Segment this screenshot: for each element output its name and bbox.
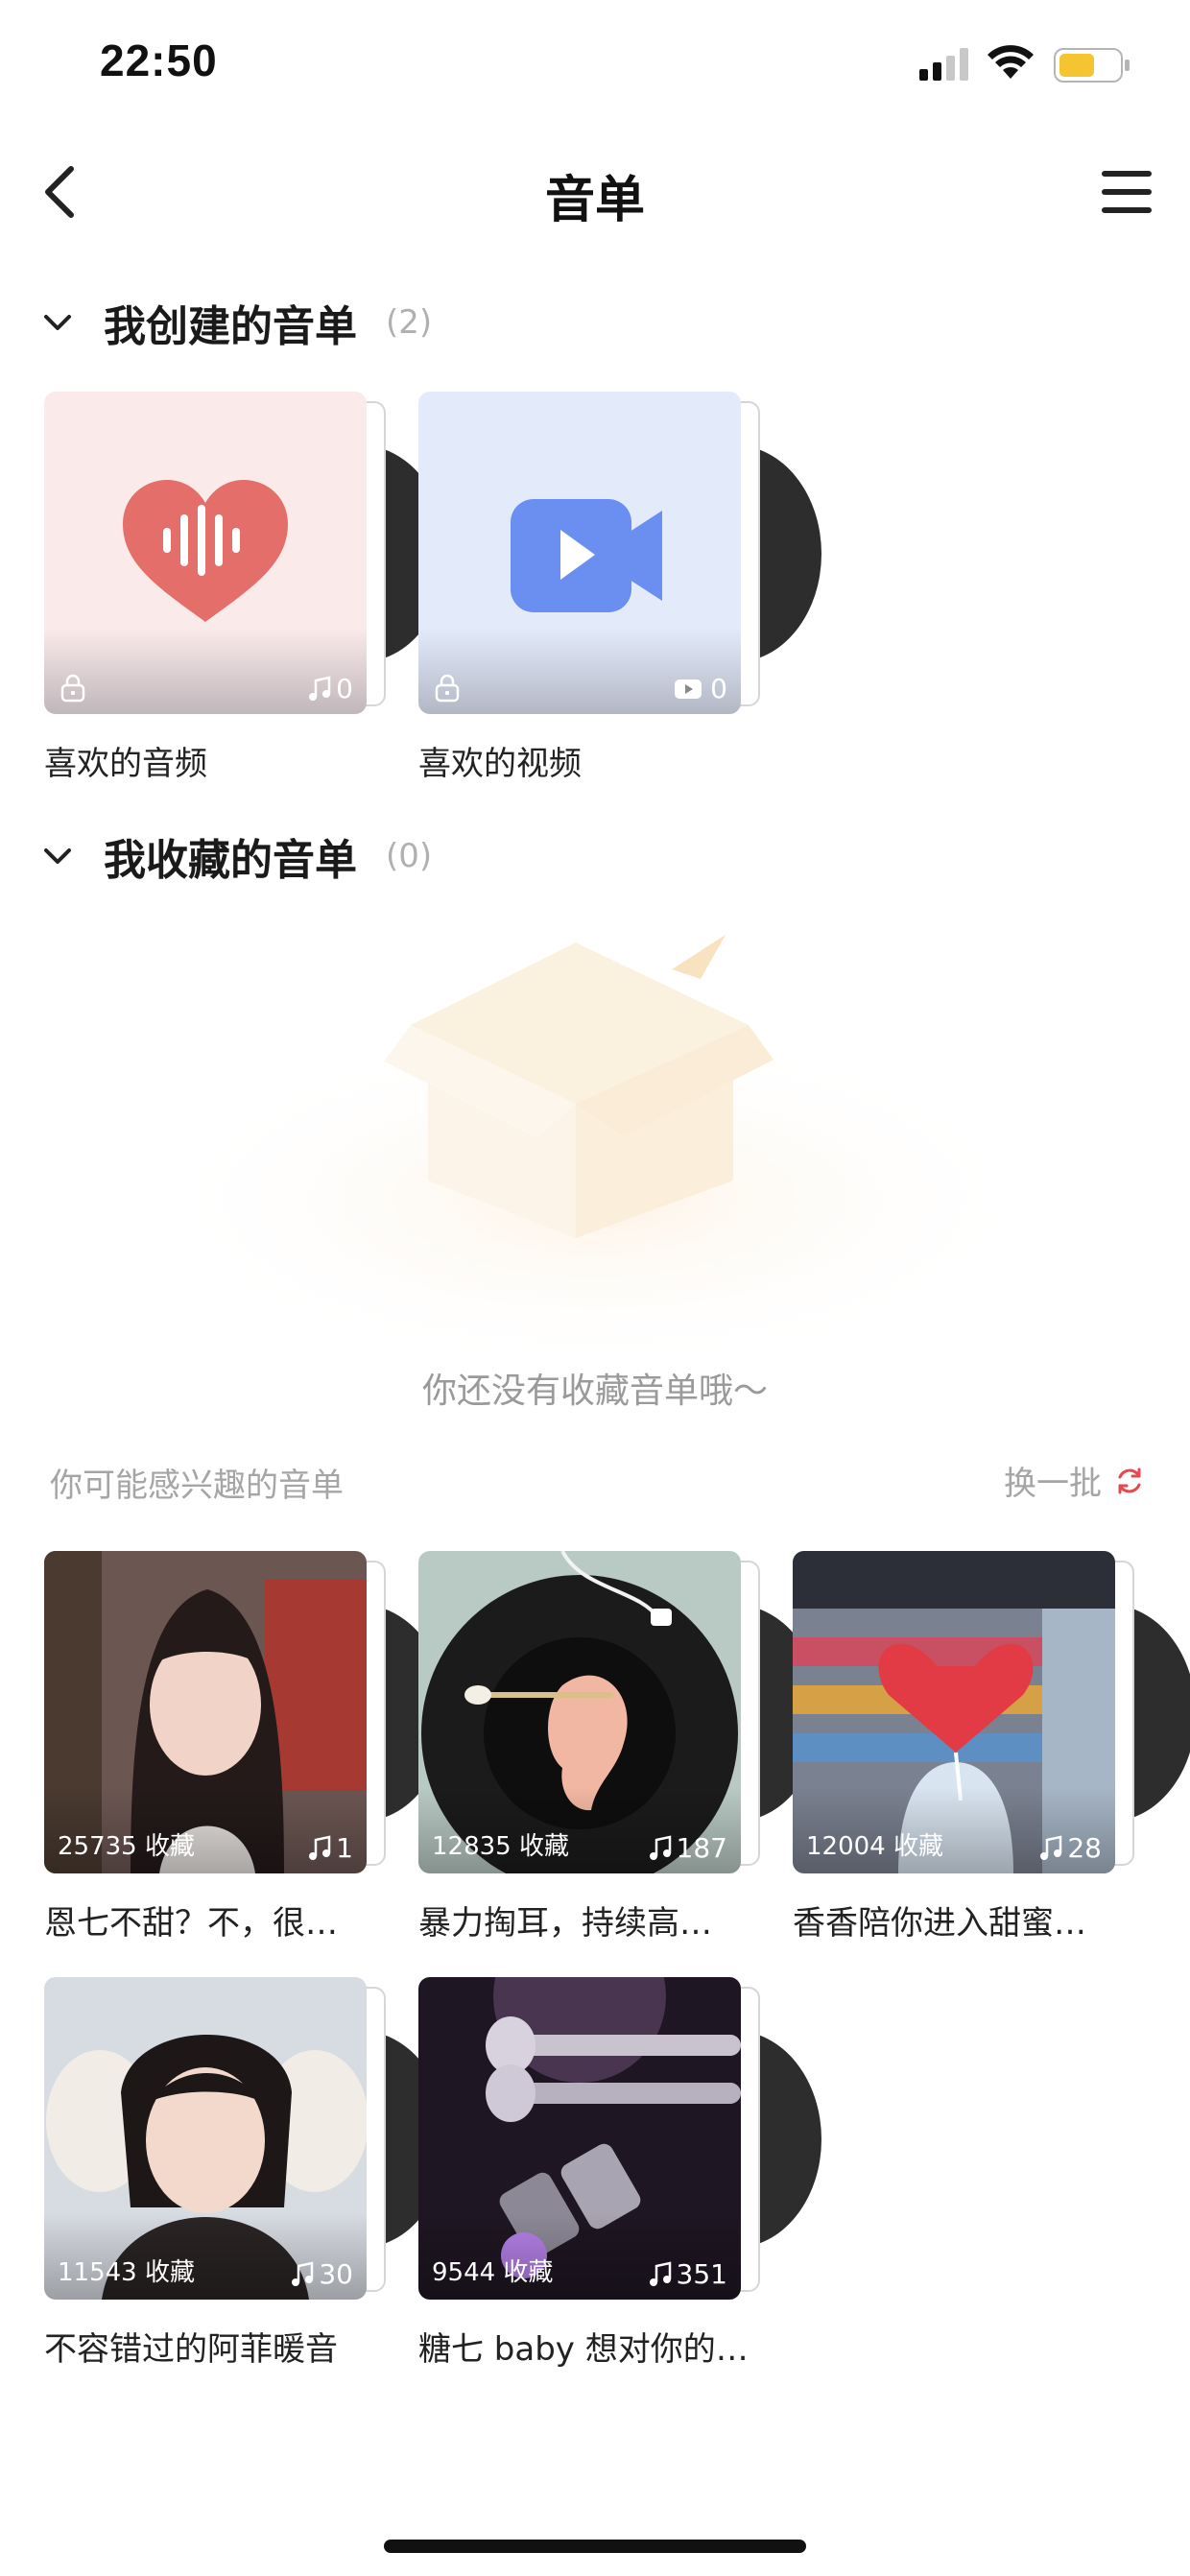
chevron-down-icon[interactable] bbox=[38, 303, 77, 342]
favorites-count: 12004 收藏 bbox=[806, 1832, 943, 1861]
section-title: 我创建的音单 bbox=[104, 302, 357, 351]
music-note-icon bbox=[649, 2260, 671, 2286]
playlist-caption: 喜欢的视频 bbox=[418, 745, 582, 783]
favorites-count: 12835 收藏 bbox=[432, 1832, 569, 1861]
video-count: 0 bbox=[674, 673, 727, 704]
playlist-cover: 0 bbox=[44, 392, 367, 714]
playlist-caption: 香香陪你进入甜蜜… bbox=[793, 1904, 1086, 1943]
wifi-icon bbox=[988, 45, 1034, 79]
song-count: 0 bbox=[307, 673, 353, 704]
suggested-playlist-card[interactable]: 12835 收藏 187 暴力掏耳，持续高… bbox=[418, 1551, 821, 1944]
song-count-value: 187 bbox=[676, 1832, 727, 1864]
song-count-value: 28 bbox=[1067, 1832, 1102, 1864]
playlist-caption: 不容错过的阿菲暖音 bbox=[44, 2330, 338, 2369]
nav-bar: 音单 bbox=[0, 144, 1190, 240]
playlist-caption: 暴力掏耳，持续高… bbox=[418, 1904, 712, 1943]
song-count-value: 30 bbox=[319, 2258, 353, 2290]
playlist-cover: 0 bbox=[418, 392, 741, 714]
suggested-playlist-card[interactable]: 9544 收藏 351 糖七 baby 想对你的… bbox=[418, 1977, 821, 2371]
section-count: (0) bbox=[386, 837, 433, 875]
music-note-icon bbox=[1040, 1834, 1062, 1860]
playlist-card-liked-audio[interactable]: 0 喜欢的音频 bbox=[44, 392, 447, 785]
section-count: (2) bbox=[386, 303, 433, 342]
song-count: 351 bbox=[648, 2258, 727, 2290]
favorites-count: 9544 收藏 bbox=[432, 2258, 554, 2287]
music-note-icon bbox=[292, 2260, 314, 2286]
empty-box-illustration bbox=[144, 935, 1046, 1372]
playlist-cover-photo: 11543 收藏 30 bbox=[44, 1977, 367, 2300]
home-indicator[interactable] bbox=[384, 2540, 806, 2553]
chevron-down-icon[interactable] bbox=[38, 837, 77, 875]
lock-icon bbox=[435, 674, 460, 703]
playlist-cover-photo: 9544 收藏 351 bbox=[418, 1977, 741, 2300]
lock-icon bbox=[60, 674, 85, 703]
playlist-cover-photo: 25735 收藏 1 bbox=[44, 1551, 367, 1873]
status-time: 22:50 bbox=[100, 36, 218, 85]
song-count: 30 bbox=[290, 2258, 353, 2290]
menu-icon[interactable] bbox=[1098, 163, 1155, 221]
empty-state-text: 你还没有收藏音单哦～ bbox=[421, 1371, 768, 1411]
song-count: 1 bbox=[307, 1832, 353, 1864]
collected-section-header[interactable]: 我收藏的音单 (0) bbox=[38, 818, 432, 894]
status-bar: 22:50 bbox=[0, 0, 1190, 125]
suggested-playlist-card[interactable]: 12004 收藏 28 香香陪你进入甜蜜… bbox=[793, 1551, 1190, 1944]
song-count-value: 0 bbox=[336, 673, 353, 704]
cellular-signal-icon bbox=[919, 48, 968, 81]
favorites-count: 25735 收藏 bbox=[58, 1832, 195, 1861]
section-title: 我收藏的音单 bbox=[104, 836, 357, 885]
song-count-value: 1 bbox=[336, 1832, 353, 1864]
song-count-value: 351 bbox=[676, 2258, 727, 2290]
playlist-cover-photo: 12835 收藏 187 bbox=[418, 1551, 741, 1873]
refresh-button[interactable]: 换一批 bbox=[1004, 1457, 1146, 1504]
video-count-value: 0 bbox=[710, 673, 727, 704]
music-note-icon bbox=[309, 1834, 331, 1860]
page-title: 音单 bbox=[544, 172, 645, 229]
battery-icon bbox=[1054, 48, 1130, 83]
suggest-title: 你可能感兴趣的音单 bbox=[50, 1467, 344, 1505]
favorites-count: 11543 收藏 bbox=[58, 2258, 195, 2287]
video-play-icon bbox=[675, 679, 702, 699]
music-note-icon bbox=[309, 675, 331, 701]
suggested-playlist-card[interactable]: 11543 收藏 30 不容错过的阿菲暖音 bbox=[44, 1977, 447, 2371]
song-count: 28 bbox=[1038, 1832, 1102, 1864]
playlist-card-liked-video[interactable]: 0 喜欢的视频 bbox=[418, 392, 821, 785]
music-note-icon bbox=[649, 1834, 671, 1860]
playlist-caption: 恩七不甜？不，很… bbox=[44, 1904, 338, 1943]
playlist-cover-photo: 12004 收藏 28 bbox=[793, 1551, 1115, 1873]
playlist-caption: 糖七 baby 想对你的… bbox=[418, 2330, 745, 2369]
created-section-header[interactable]: 我创建的音单 (2) bbox=[38, 284, 432, 361]
song-count: 187 bbox=[648, 1832, 727, 1864]
suggested-playlist-card[interactable]: 25735 收藏 1 恩七不甜？不，很… bbox=[44, 1551, 447, 1944]
playlist-caption: 喜欢的音频 bbox=[44, 745, 207, 783]
refresh-label: 换一批 bbox=[1004, 1465, 1102, 1503]
refresh-icon bbox=[1118, 1467, 1141, 1493]
